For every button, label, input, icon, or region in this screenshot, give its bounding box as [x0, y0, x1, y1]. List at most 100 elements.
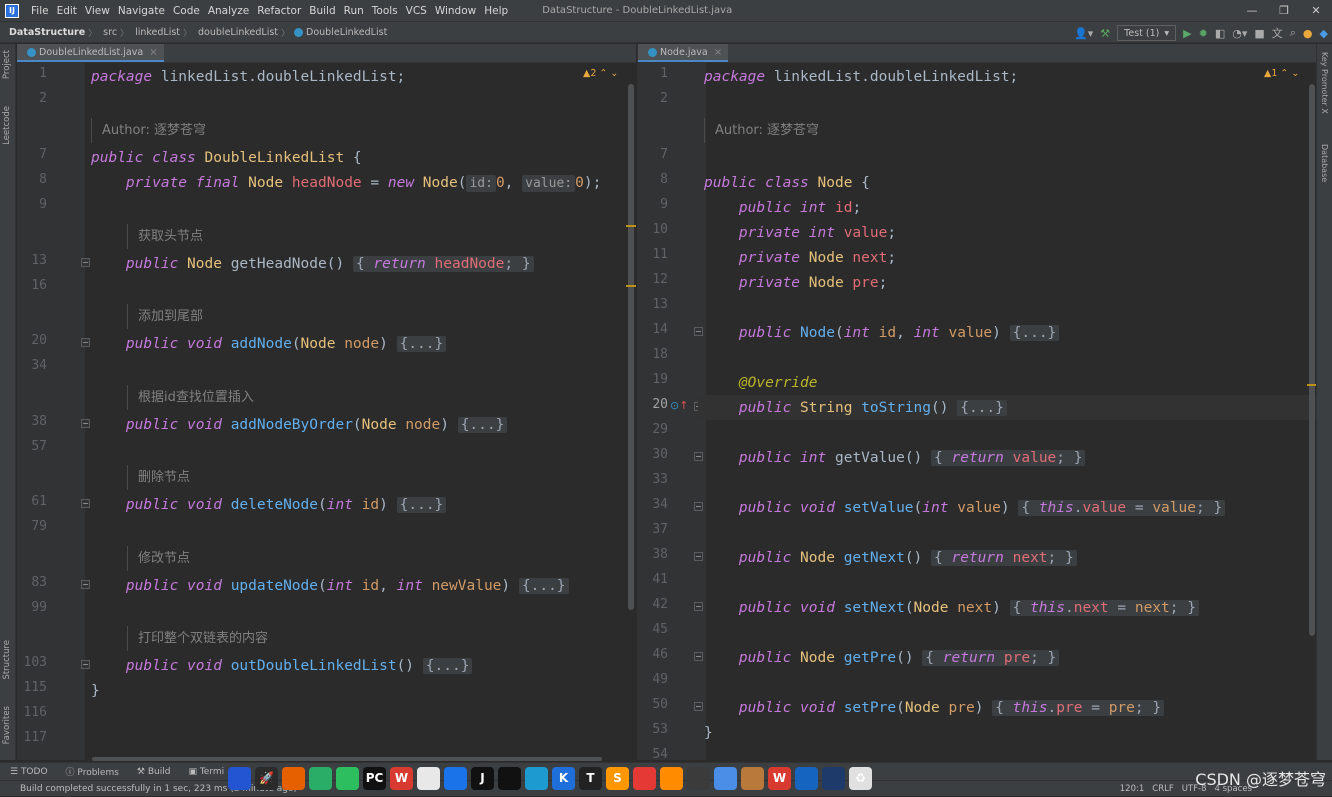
menu-edit[interactable]: Edit: [53, 5, 81, 17]
evernote-icon[interactable]: [336, 766, 359, 790]
fold-toggle[interactable]: [694, 452, 703, 461]
folded-block[interactable]: {...}: [1009, 325, 1060, 341]
search-app-icon[interactable]: [660, 766, 683, 790]
rocket-icon[interactable]: 🚀: [255, 766, 278, 790]
inline-fold[interactable]: { return next; }: [931, 550, 1077, 566]
fold-toggle[interactable]: [81, 419, 90, 428]
photos-icon[interactable]: [633, 766, 656, 790]
menu-code[interactable]: Code: [169, 5, 204, 17]
jetbrains-icon[interactable]: J: [471, 766, 494, 790]
close-icon[interactable]: ×: [714, 47, 722, 58]
todo-tool-button[interactable]: ☰ TODO: [0, 767, 56, 777]
fold-toggle[interactable]: [694, 652, 703, 661]
menu-navigate[interactable]: Navigate: [114, 5, 169, 17]
inline-fold[interactable]: { this.value = value; }: [1018, 500, 1226, 516]
docs-icon[interactable]: [444, 766, 467, 790]
inline-fold[interactable]: { this.next = next; }: [1009, 600, 1199, 616]
wechat-icon[interactable]: [309, 766, 332, 790]
plugin-icon[interactable]: ◆: [1320, 27, 1328, 40]
user-icon[interactable]: 👤▾: [1074, 27, 1093, 40]
folded-block[interactable]: {...}: [422, 658, 473, 674]
fold-toggle[interactable]: [81, 660, 90, 669]
notepad-icon[interactable]: [687, 766, 710, 790]
fold-toggle[interactable]: [81, 499, 90, 508]
warning-marker[interactable]: [626, 285, 636, 287]
coverage-icon[interactable]: ◧: [1215, 27, 1225, 40]
update-icon[interactable]: ●: [1303, 27, 1313, 40]
folded-block[interactable]: {...}: [518, 578, 569, 594]
folder-icon[interactable]: [714, 766, 737, 790]
build-hammer-icon[interactable]: ⚒: [1100, 27, 1110, 40]
breadcrumb-linkedlist[interactable]: linkedList: [129, 27, 183, 38]
pycharm-icon[interactable]: PC: [363, 766, 386, 790]
profile-icon[interactable]: ◔▾: [1232, 27, 1247, 40]
inline-fold[interactable]: { this.pre = pre; }: [992, 700, 1165, 716]
menu-vcs[interactable]: VCS: [402, 5, 431, 17]
qq-icon[interactable]: [498, 766, 521, 790]
project-tool-tab[interactable]: Project: [2, 50, 12, 79]
minimize-button[interactable]: —: [1236, 0, 1268, 21]
database-tool-tab[interactable]: Database: [1320, 144, 1329, 182]
fold-toggle[interactable]: [694, 702, 703, 711]
warning-marker[interactable]: [1307, 384, 1316, 386]
search-icon[interactable]: ⌕: [1290, 26, 1296, 40]
close-icon[interactable]: ×: [149, 47, 157, 58]
menu-build[interactable]: Build: [305, 5, 339, 17]
folded-block[interactable]: {...}: [396, 497, 447, 513]
folded-block[interactable]: {...}: [457, 417, 508, 433]
fold-toggle[interactable]: [81, 258, 90, 267]
k-app-icon[interactable]: K: [552, 766, 575, 790]
menu-window[interactable]: Window: [431, 5, 480, 17]
breadcrumb-doublelinkedlist-pkg[interactable]: doubleLinkedList: [192, 27, 281, 38]
close-window-button[interactable]: ✕: [1300, 0, 1332, 21]
menu-analyze[interactable]: Analyze: [204, 5, 253, 17]
run-config-select[interactable]: Test (1) ▾: [1117, 25, 1177, 41]
menu-help[interactable]: Help: [480, 5, 512, 17]
run-icon[interactable]: ▶: [1183, 27, 1191, 40]
tab-node[interactable]: Node.java ×: [638, 44, 729, 62]
warning-marker[interactable]: [626, 225, 636, 227]
inline-fold[interactable]: { return headNode; }: [352, 256, 534, 272]
fold-toggle[interactable]: [694, 327, 703, 336]
edge-icon[interactable]: [525, 766, 548, 790]
stop-icon[interactable]: ■: [1254, 27, 1264, 40]
breadcrumb-src[interactable]: src: [97, 27, 120, 38]
fold-toggle[interactable]: [694, 602, 703, 611]
folded-block[interactable]: {...}: [957, 400, 1007, 416]
jetbrains-toolbox-icon[interactable]: [228, 766, 251, 790]
inline-fold[interactable]: { return value; }: [931, 450, 1086, 466]
sublime-icon[interactable]: S: [606, 766, 629, 790]
vertical-scrollbar[interactable]: [1309, 84, 1315, 636]
caret-position[interactable]: 120:1: [1120, 784, 1145, 794]
firefox-icon[interactable]: [282, 766, 305, 790]
fold-toggle[interactable]: [694, 552, 703, 561]
code-area[interactable]: package linkedList.doubleLinkedList; Aut…: [91, 63, 636, 760]
favorites-tool-tab[interactable]: Favorites: [2, 706, 12, 744]
folded-block[interactable]: {...}: [396, 336, 447, 352]
leetcode-tool-tab[interactable]: Leetcode: [2, 106, 12, 145]
menu-file[interactable]: File: [27, 5, 53, 17]
fold-toggle[interactable]: [81, 580, 90, 589]
terminal-tool-button[interactable]: ▣ Termi: [178, 767, 232, 777]
restore-button[interactable]: ❐: [1268, 0, 1300, 21]
menu-refactor[interactable]: Refactor: [253, 5, 305, 17]
translate-icon[interactable]: 文: [1272, 25, 1283, 41]
key-promoter-tool-tab[interactable]: Key Promoter X: [1320, 52, 1329, 114]
override-icon[interactable]: ⊙↑: [670, 399, 688, 412]
inline-fold[interactable]: { return pre; }: [922, 650, 1060, 666]
acorn-icon[interactable]: [741, 766, 764, 790]
typora-icon[interactable]: T: [579, 766, 602, 790]
menu-tools[interactable]: Tools: [368, 5, 402, 17]
wps-icon[interactable]: W: [390, 766, 413, 790]
recycle-bin-icon[interactable]: ♻: [849, 766, 872, 790]
breadcrumb-class[interactable]: DoubleLinkedList: [306, 27, 390, 38]
tab-doublelinkedlist[interactable]: DoubleLinkedList.java ×: [17, 44, 164, 62]
fold-toggle[interactable]: [81, 338, 90, 347]
build-tool-button[interactable]: ⚒ Build: [127, 767, 179, 777]
finder-icon[interactable]: [822, 766, 845, 790]
fold-toggle[interactable]: [694, 502, 703, 511]
notes-icon[interactable]: [795, 766, 818, 790]
breadcrumb-project[interactable]: DataStructure: [0, 27, 88, 38]
vertical-scrollbar[interactable]: [628, 84, 634, 610]
menu-view[interactable]: View: [81, 5, 114, 17]
